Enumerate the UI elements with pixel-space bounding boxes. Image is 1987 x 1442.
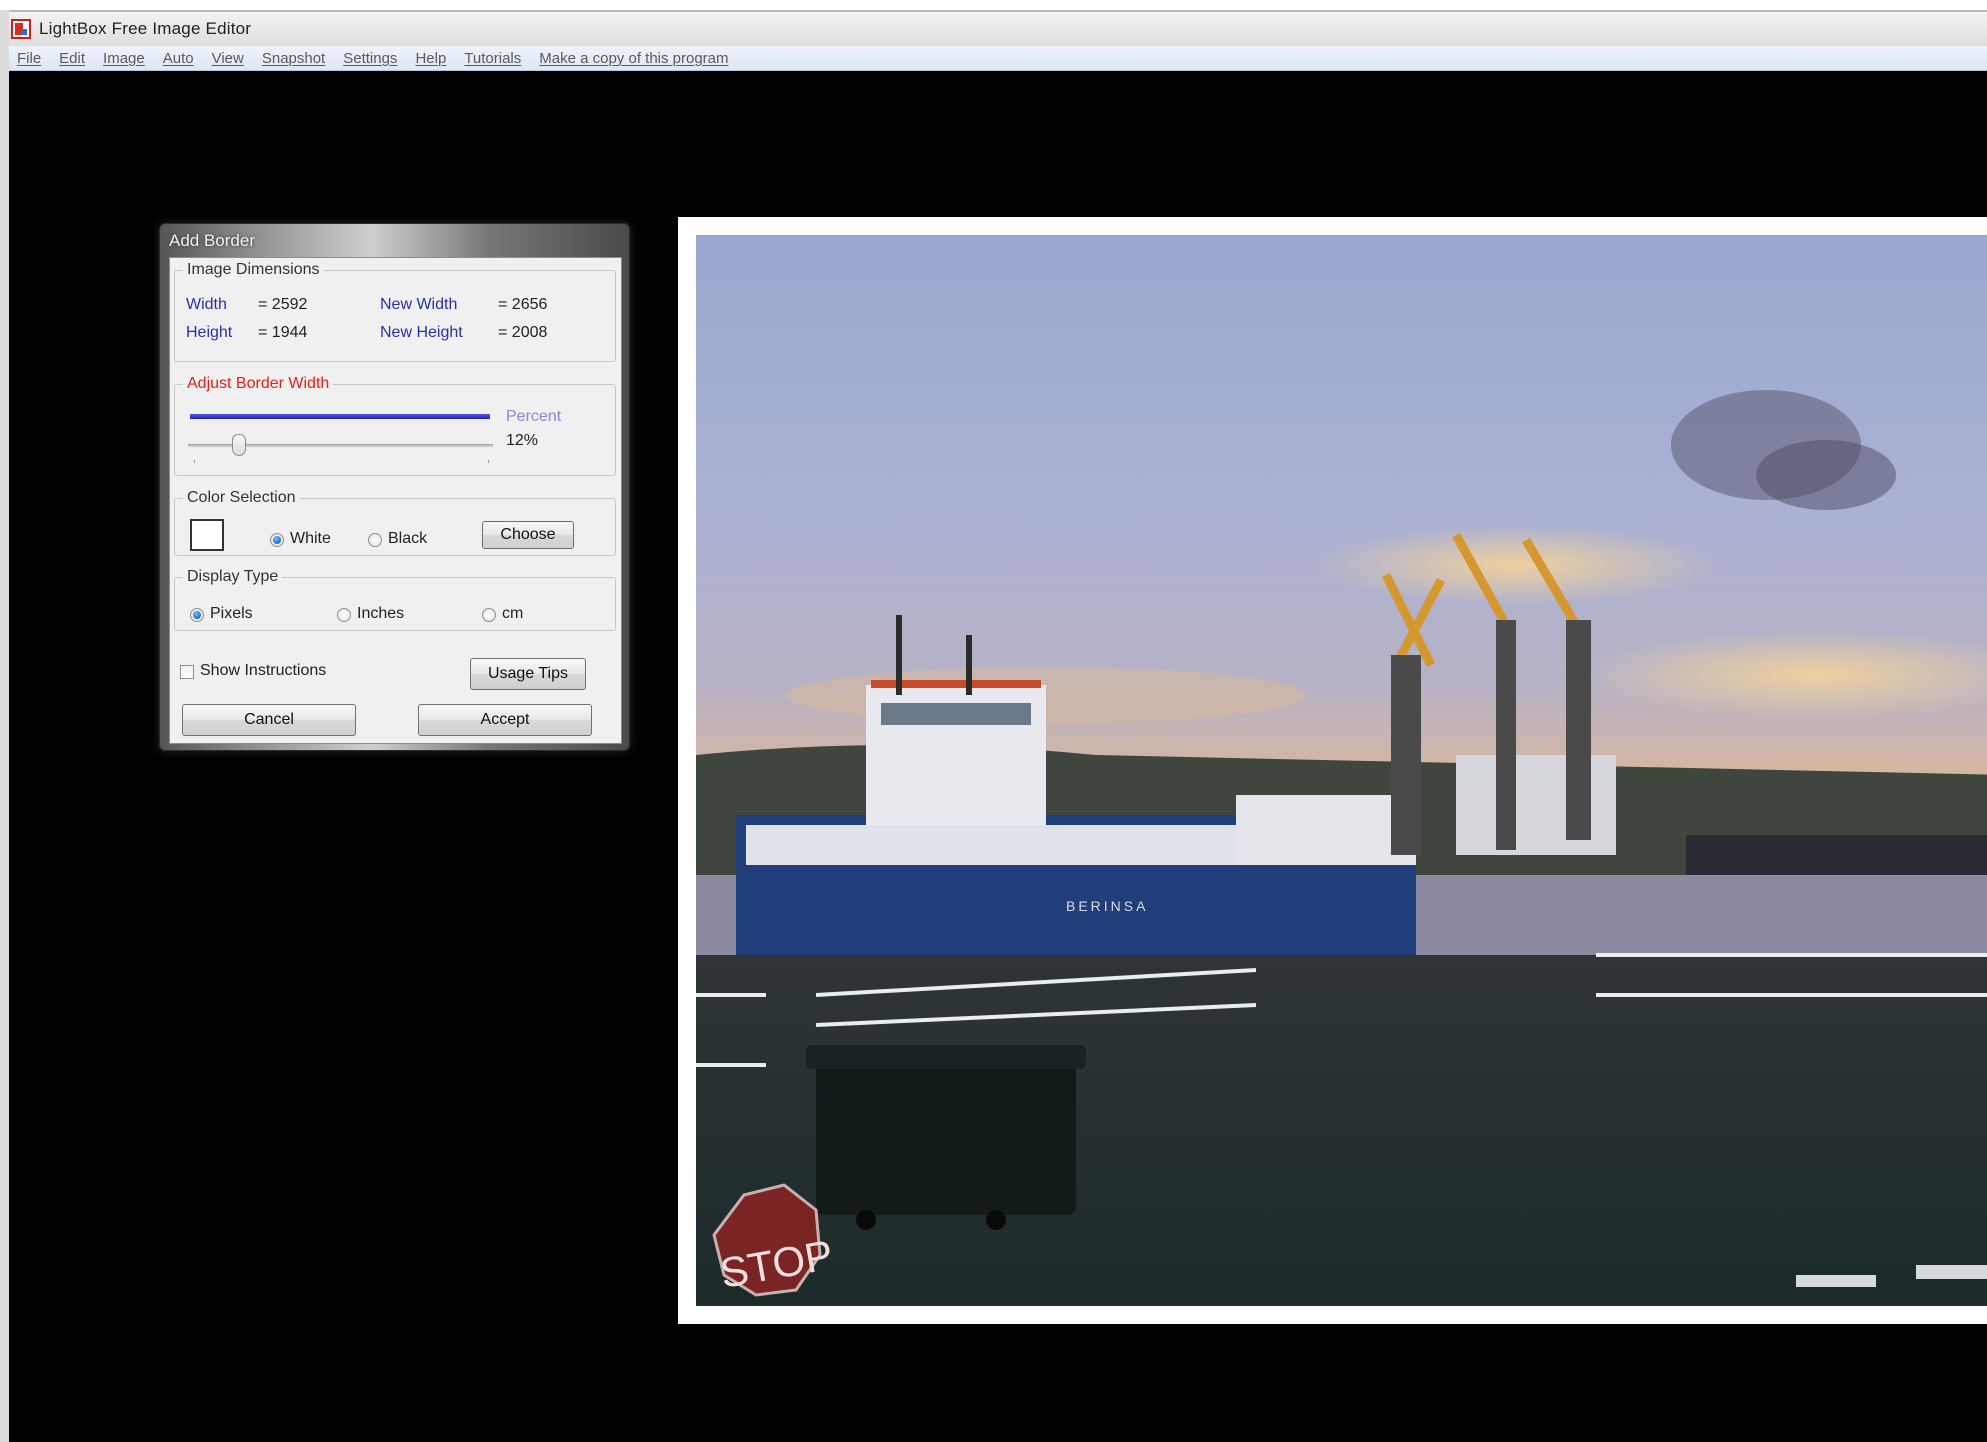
menu-settings[interactable]: Settings [343, 50, 397, 67]
app-window: LightBox Free Image Editor File Edit Ima… [0, 10, 1987, 1442]
new-height-label: New Height [380, 324, 463, 341]
choose-color-button[interactable]: Choose [482, 521, 574, 549]
height-label: Height [186, 324, 233, 341]
menu-snapshot[interactable]: Snapshot [262, 50, 325, 67]
menu-image[interactable]: Image [103, 50, 145, 67]
cancel-button[interactable]: Cancel [182, 704, 356, 736]
percent-unit-label: Percent [506, 408, 562, 425]
dialog-body: Image Dimensions Width = 2592 Height = 1… [169, 257, 622, 744]
menu-auto[interactable]: Auto [163, 50, 194, 67]
photo-border-frame: BERINSA STOP [678, 217, 1987, 1324]
menu-file[interactable]: File [17, 50, 41, 67]
color-swatch[interactable] [190, 519, 224, 551]
add-border-dialog: Add Border Image Dimensions Width = 2592… [159, 223, 630, 751]
image-dimensions-legend: Image Dimensions [187, 261, 320, 278]
cm-radio-label: cm [502, 605, 524, 622]
ship-name-text: BERINSA [1066, 898, 1148, 914]
harbor-photo: BERINSA STOP [696, 235, 1987, 1306]
slider-tick [194, 460, 195, 463]
show-instructions-checkbox[interactable] [180, 665, 194, 679]
pixels-radio-label: Pixels [210, 605, 253, 622]
menu-view[interactable]: View [212, 50, 244, 67]
inches-radio-label: Inches [357, 605, 405, 622]
accept-button[interactable]: Accept [418, 704, 592, 736]
title-bar: LightBox Free Image Editor [9, 10, 1987, 46]
show-instructions-label: Show Instructions [200, 662, 327, 679]
percent-value: 12% [506, 432, 539, 449]
dialog-title: Add Border [169, 231, 255, 250]
border-width-slider-thumb[interactable] [232, 434, 246, 456]
inches-radio[interactable] [337, 608, 351, 622]
display-type-legend: Display Type [187, 568, 279, 585]
menu-bar: File Edit Image Auto View Snapshot Setti… [9, 46, 1987, 71]
slider-tick [488, 460, 489, 463]
menu-edit[interactable]: Edit [59, 50, 85, 67]
black-radio-label: Black [388, 530, 428, 547]
white-radio[interactable] [270, 533, 284, 547]
border-width-legend: Adjust Border Width [187, 375, 330, 392]
app-icon [11, 19, 31, 39]
menu-help[interactable]: Help [415, 50, 446, 67]
new-width-value: = 2656 [498, 296, 548, 313]
width-label: Width [186, 296, 227, 313]
new-width-label: New Width [380, 296, 458, 313]
cm-radio[interactable] [482, 608, 496, 622]
width-value: = 2592 [258, 296, 308, 313]
usage-tips-button[interactable]: Usage Tips [470, 658, 586, 690]
pixels-radio[interactable] [190, 608, 204, 622]
color-selection-legend: Color Selection [187, 489, 296, 506]
border-width-group: Adjust Border Width [174, 376, 616, 476]
window-title: LightBox Free Image Editor [39, 19, 252, 38]
menu-tutorials[interactable]: Tutorials [464, 50, 521, 67]
menu-make-copy[interactable]: Make a copy of this program [539, 50, 728, 67]
white-radio-label: White [290, 530, 331, 547]
black-radio[interactable] [368, 533, 382, 547]
new-height-value: = 2008 [498, 324, 548, 341]
height-value: = 1944 [258, 324, 308, 341]
border-width-level-bar [190, 414, 490, 419]
